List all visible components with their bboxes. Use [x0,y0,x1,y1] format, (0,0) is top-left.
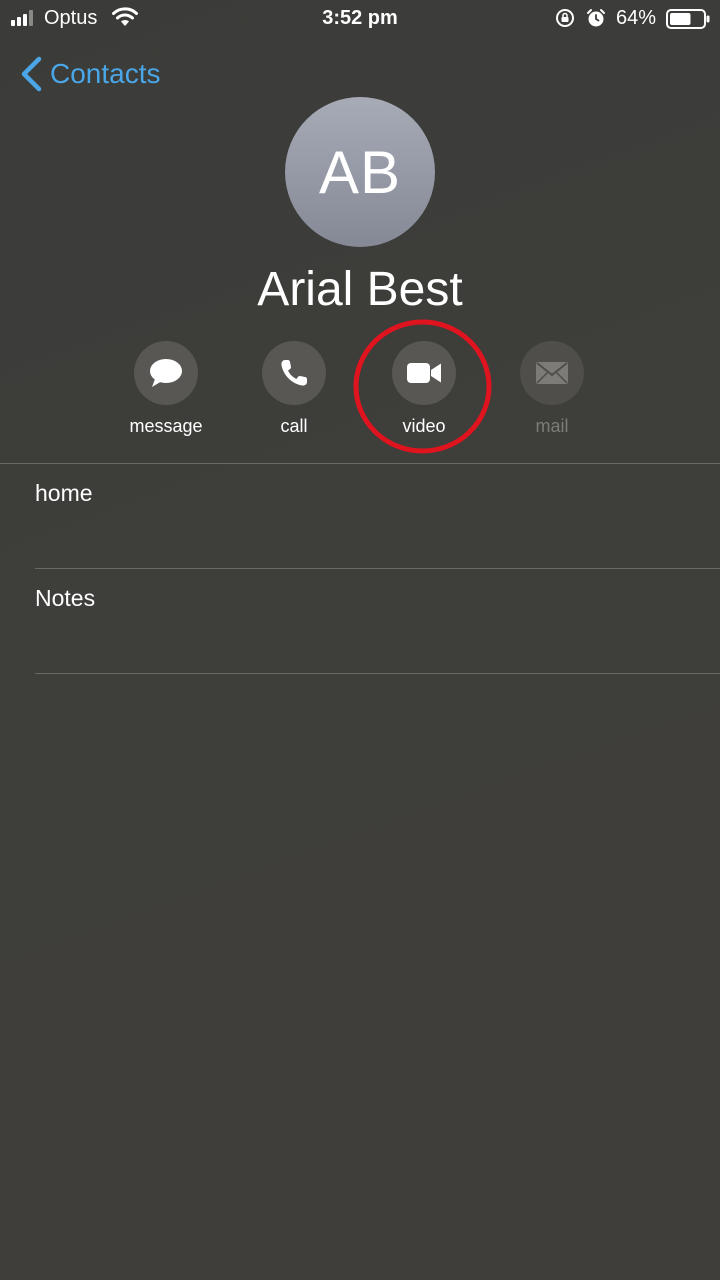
notes-row-label[interactable]: Notes [35,585,95,612]
video-button-circle[interactable] [392,341,456,405]
call-label: call [280,416,308,436]
envelope-icon [536,362,568,384]
alarm-icon [587,9,605,27]
status-time: 3:52 pm [322,7,398,29]
message-button-circle[interactable] [134,341,198,405]
action-buttons: message call video mail [0,341,720,441]
avatar-initials: AB [318,138,402,206]
contact-name: Arial Best [257,263,463,316]
battery-icon [666,9,710,29]
call-button[interactable]: call [239,341,349,437]
message-button[interactable]: message [111,341,221,437]
message-label: message [129,416,203,436]
video-label: video [402,416,446,436]
mail-label: mail [535,416,569,436]
home-row-label[interactable]: home [35,480,93,507]
back-button[interactable]: Contacts [20,55,161,93]
chevron-left-icon [21,56,42,92]
mail-button[interactable]: mail [497,341,607,437]
call-button-circle[interactable] [262,341,326,405]
video-button[interactable]: video [369,341,479,437]
divider-home [35,568,720,569]
divider-top [0,463,720,464]
status-bar: Optus 3:52 pm 64% [0,0,720,38]
avatar: AB [285,97,435,247]
back-label: Contacts [50,58,161,89]
message-bubble-icon [150,359,182,387]
rotation-lock-icon [556,9,574,27]
phone-icon [281,360,307,386]
video-camera-icon [407,363,441,383]
divider-notes [35,673,720,674]
battery-percentage: 64% [616,7,657,29]
mail-button-circle[interactable] [520,341,584,405]
